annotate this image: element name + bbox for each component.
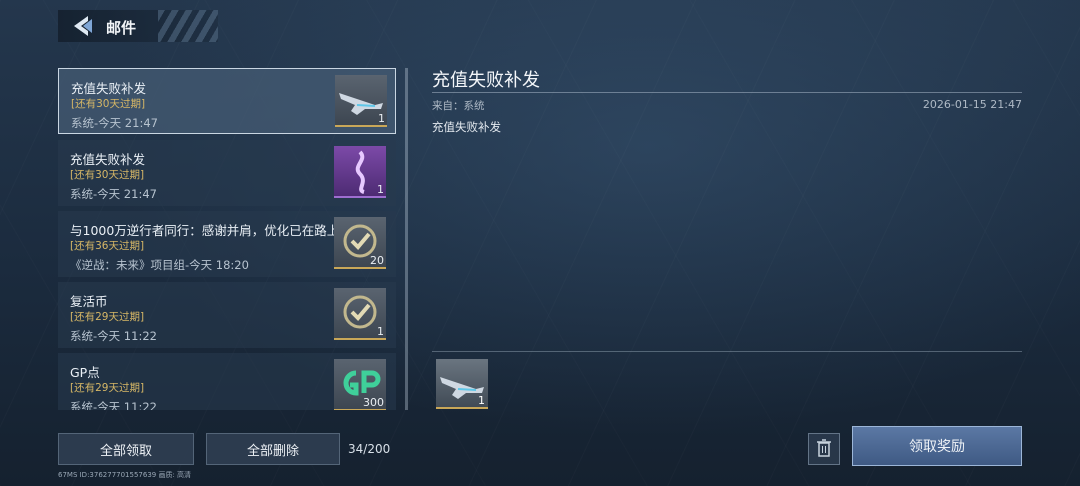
delete-all-button[interactable]: 全部删除 [206, 433, 340, 465]
back-arrow-icon[interactable] [70, 15, 94, 37]
claim-reward-button[interactable]: 领取奖励 [852, 426, 1022, 466]
list-scrollbar[interactable] [405, 68, 408, 410]
header-bar: 邮件 [58, 10, 218, 42]
mail-detail-sender: 来自：系统 [432, 100, 485, 112]
weapon-reward-icon[interactable]: 1 [436, 359, 488, 409]
mail-item[interactable]: 充值失败补发 [还有30天过期] 系统-今天 21:47 1 [58, 140, 396, 206]
reward-count: 1 [377, 183, 384, 196]
mail-item-expire: [还有36天过期] [70, 240, 145, 252]
reward-count: 1 [378, 112, 385, 125]
mail-item-expire: [还有30天过期] [70, 169, 145, 181]
mail-count: 34/200 [348, 442, 391, 456]
purple-ornament-icon: 1 [334, 146, 386, 198]
divider [432, 351, 1022, 352]
mail-item-title: GP点 [70, 365, 100, 380]
check-coin-icon: 20 [334, 217, 386, 269]
weapon-reward-icon: 1 [335, 75, 387, 127]
mail-item-expire: [还有29天过期] [70, 382, 145, 394]
mail-detail-date: 2026-01-15 21:47 [922, 98, 1022, 111]
mail-item-title: 复活币 [70, 294, 108, 309]
mail-item[interactable]: 与1000万逆行者同行：感谢并肩，优化已在路上 [还有36天过期] 《逆战：未来… [58, 211, 396, 277]
mail-item-expire: [还有29天过期] [70, 311, 145, 323]
mail-item-expire: [还有30天过期] [71, 98, 146, 110]
mail-item-title: 充值失败补发 [71, 81, 147, 96]
reward-count: 1 [478, 394, 485, 407]
mail-item-sender: 系统-今天 21:47 [71, 116, 158, 130]
mail-item[interactable]: 复活币 [还有29天过期] 系统-今天 11:22 1 [58, 282, 396, 348]
mail-item[interactable]: 充值失败补发 [还有30天过期] 系统-今天 21:47 1 [58, 68, 396, 134]
mail-item-sender: 系统-今天 11:22 [70, 400, 157, 410]
mail-item-title: 充值失败补发 [70, 152, 146, 167]
check-coin-icon: 1 [334, 288, 386, 340]
reward-count: 1 [377, 325, 384, 338]
mail-detail-body: 充值失败补发 [432, 120, 501, 134]
mail-item-title: 与1000万逆行者同行：感谢并肩，优化已在路上 [70, 223, 340, 238]
page-title: 邮件 [106, 19, 137, 37]
trash-icon[interactable] [808, 433, 840, 465]
mail-item-sender: 系统-今天 11:22 [70, 329, 157, 343]
reward-count: 20 [370, 254, 384, 267]
claim-all-button[interactable]: 全部领取 [58, 433, 194, 465]
mail-detail-title: 充值失败补发 [432, 70, 540, 91]
header-decoration [158, 10, 218, 42]
status-footer: 67MS ID:376277701557639 画质: 高清 [58, 471, 192, 479]
mail-item-sender: 《逆战：未来》项目组-今天 18:20 [70, 258, 249, 272]
mail-list: 充值失败补发 [还有30天过期] 系统-今天 21:47 1 充值失败补发 [还… [58, 68, 398, 410]
gp-points-icon: 300 [334, 359, 386, 410]
mail-item-sender: 系统-今天 21:47 [70, 187, 157, 201]
divider [432, 92, 1022, 93]
mail-item[interactable]: GP点 [还有29天过期] 系统-今天 11:22 300 [58, 353, 396, 410]
reward-count: 300 [363, 396, 384, 409]
